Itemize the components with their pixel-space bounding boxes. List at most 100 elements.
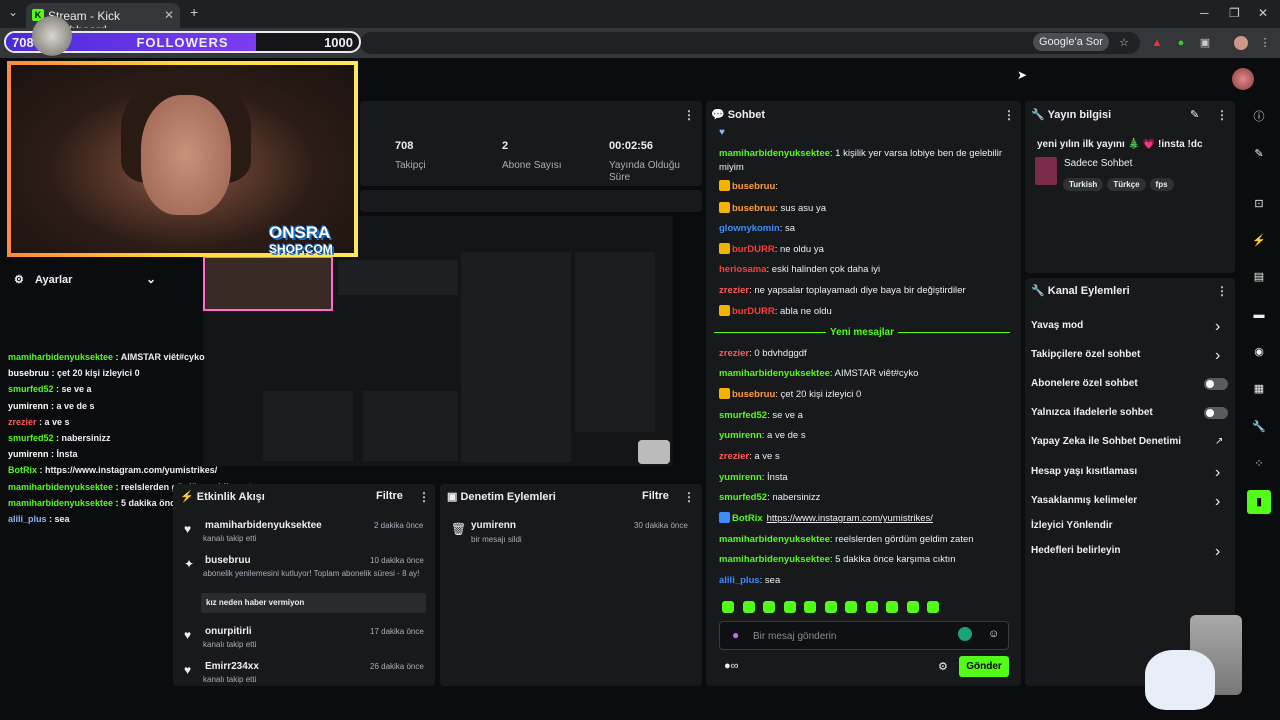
address-bar[interactable]	[360, 32, 1140, 54]
emote-icon[interactable]	[865, 601, 878, 613]
chat-username[interactable]: burDURR	[732, 244, 775, 255]
activity-filter-button[interactable]: Filtre	[376, 490, 403, 502]
google-sor-button[interactable]: Google'a Sor	[1033, 33, 1109, 51]
chat-username[interactable]: heriosama	[719, 264, 767, 275]
channel-action-1[interactable]: Yavaş mod	[1031, 320, 1083, 331]
document-icon[interactable]: ▤	[1249, 268, 1269, 286]
channel-action-3[interactable]: Abonelere özel sohbet	[1031, 378, 1138, 389]
chat-username[interactable]: busebruu	[732, 181, 775, 192]
chevron-right-icon[interactable]: ›	[1215, 347, 1220, 365]
chat-text: : sea	[759, 575, 781, 586]
extension-green-icon[interactable]: ●	[1174, 36, 1188, 50]
chat-username[interactable]: BotRix	[732, 513, 763, 524]
stream-info-menu-icon[interactable]: ⋮	[1216, 108, 1228, 122]
info-icon[interactable]: ⓘ	[1249, 108, 1269, 126]
settings-header[interactable]: ⚙ Ayarlar ⌄	[14, 272, 156, 286]
stream-tag[interactable]: Türkçe	[1107, 178, 1146, 191]
tab-close-icon[interactable]: ✕	[164, 8, 174, 22]
chevron-right-icon[interactable]: ›	[1215, 318, 1220, 336]
chat-username[interactable]: yumirenn	[719, 472, 762, 483]
overlay-chat-text: : sea	[46, 514, 70, 524]
maximize-icon[interactable]: ❐	[1229, 6, 1240, 20]
clip-icon[interactable]: ⊡	[1249, 195, 1269, 213]
emote-icon[interactable]	[906, 601, 919, 613]
stat-uptime-value: 00:02:56	[609, 140, 654, 152]
edit-pencil-icon[interactable]: ✎	[1190, 108, 1199, 121]
toggle-switch[interactable]	[1204, 407, 1228, 419]
toggle-switch[interactable]	[1204, 378, 1228, 390]
chat-username[interactable]: burDURR	[732, 306, 775, 317]
external-link-icon[interactable]: ↗	[1215, 436, 1223, 447]
chat-settings-icon[interactable]: ⚙	[938, 660, 948, 673]
layout-icon[interactable]: ▦	[1249, 380, 1269, 398]
activity-menu-icon[interactable]: ⋮	[418, 490, 430, 504]
stream-tag[interactable]: fps	[1149, 178, 1174, 191]
emote-icon[interactable]	[783, 601, 796, 613]
chat-input[interactable]: ● Bir mesaj gönderin ☺	[719, 621, 1009, 650]
chat-username[interactable]: mamiharbidenyuksektee	[719, 534, 830, 545]
broadcast-icon[interactable]: ◉	[1249, 343, 1269, 361]
channel-action-4[interactable]: Yalnızca ifadelerle sohbet	[1031, 407, 1153, 418]
emote-icon[interactable]	[845, 601, 857, 613]
new-messages-divider[interactable]: Yeni mesajlar	[714, 327, 1010, 339]
chat-username[interactable]: zrezier	[719, 451, 749, 462]
chat-username[interactable]: mamiharbidenyuksektee	[719, 368, 830, 379]
chat-username[interactable]: mamiharbidenyuksektee	[719, 148, 830, 159]
points-icon[interactable]: ●∞	[724, 660, 739, 672]
chat-username[interactable]: yumirenn	[719, 430, 762, 441]
chat-username[interactable]: mamiharbidenyuksektee	[719, 554, 830, 565]
emote-icon[interactable]	[763, 601, 775, 613]
chat-username[interactable]: zrezier	[719, 285, 749, 296]
chat-username[interactable]: zrezier	[719, 348, 749, 359]
close-window-icon[interactable]: ✕	[1258, 6, 1268, 20]
chevron-right-icon[interactable]: ›	[1215, 464, 1220, 482]
chat-menu-icon[interactable]: ⋮	[1003, 108, 1015, 122]
chevron-right-icon[interactable]: ›	[1215, 543, 1220, 561]
chevron-right-icon[interactable]: ›	[1215, 493, 1220, 511]
profile-icon[interactable]	[1234, 36, 1248, 50]
channel-action-9[interactable]: Hedefleri belirleyin	[1031, 545, 1120, 556]
tab-search-icon[interactable]: ⌄	[8, 5, 18, 19]
emoji-icon[interactable]: ☺	[988, 628, 999, 640]
grammarly-icon[interactable]	[958, 627, 972, 641]
stream-tag[interactable]: Turkish	[1063, 178, 1104, 191]
activity-feed-title: ⚡ Etkinlik Akışı	[180, 491, 265, 503]
channel-action-8[interactable]: İzleyici Yönlendir	[1031, 520, 1113, 531]
emote-icon[interactable]	[722, 601, 734, 613]
chat-username[interactable]: smurfed52	[719, 492, 767, 503]
channel-action-6[interactable]: Hesap yaşı kısıtlaması	[1031, 466, 1137, 477]
moderation-title-text: Denetim Eylemleri	[460, 491, 556, 503]
pencil-icon[interactable]: ✎	[1249, 145, 1269, 163]
channel-action-7[interactable]: Yasaklanmış kelimeler	[1031, 495, 1137, 506]
browser-menu-icon[interactable]: ⋮	[1258, 36, 1272, 50]
chat-username[interactable]: busebruu	[732, 203, 775, 214]
stats-menu-icon[interactable]: ⋮	[683, 108, 695, 122]
send-button[interactable]: Gönder	[959, 656, 1009, 677]
user-avatar[interactable]	[1232, 68, 1254, 90]
chat-bubble-icon[interactable]: ▬	[1249, 306, 1269, 324]
emote-icon[interactable]	[886, 601, 898, 613]
wrench-icon[interactable]: 🔧	[1249, 418, 1269, 436]
chat-username[interactable]: busebruu	[732, 389, 775, 400]
dots-group-icon[interactable]: ⁘	[1249, 455, 1269, 473]
bookmark-star-icon[interactable]: ☆	[1117, 36, 1131, 50]
emote-icon[interactable]	[824, 601, 837, 613]
emote-icon[interactable]	[927, 601, 939, 613]
kick-green-icon[interactable]: ▮	[1247, 490, 1271, 514]
moderation-menu-icon[interactable]: ⋮	[683, 490, 695, 504]
new-tab-icon[interactable]: +	[190, 4, 198, 20]
moderation-filter-button[interactable]: Filtre	[642, 490, 669, 502]
extension-icon[interactable]: ▲	[1150, 36, 1164, 50]
extensions-puzzle-icon[interactable]: ▣	[1198, 36, 1212, 50]
minimize-icon[interactable]: ─	[1200, 6, 1209, 20]
chat-username[interactable]: smurfed52	[719, 410, 767, 421]
chat-username[interactable]: glownykomin	[719, 223, 780, 234]
chat-username[interactable]: alili_plus	[719, 575, 760, 586]
emote-icon[interactable]	[742, 601, 755, 613]
channel-action-2[interactable]: Takipçilere özel sohbet	[1031, 349, 1140, 360]
channel-actions-menu-icon[interactable]: ⋮	[1216, 284, 1228, 298]
emote-icon[interactable]	[804, 601, 816, 613]
chat-message: glownykomin: sa	[719, 222, 1004, 236]
lightning-icon[interactable]: ⚡	[1249, 232, 1269, 250]
channel-action-5[interactable]: Yapay Zeka ile Sohbet Denetimi	[1031, 436, 1181, 447]
